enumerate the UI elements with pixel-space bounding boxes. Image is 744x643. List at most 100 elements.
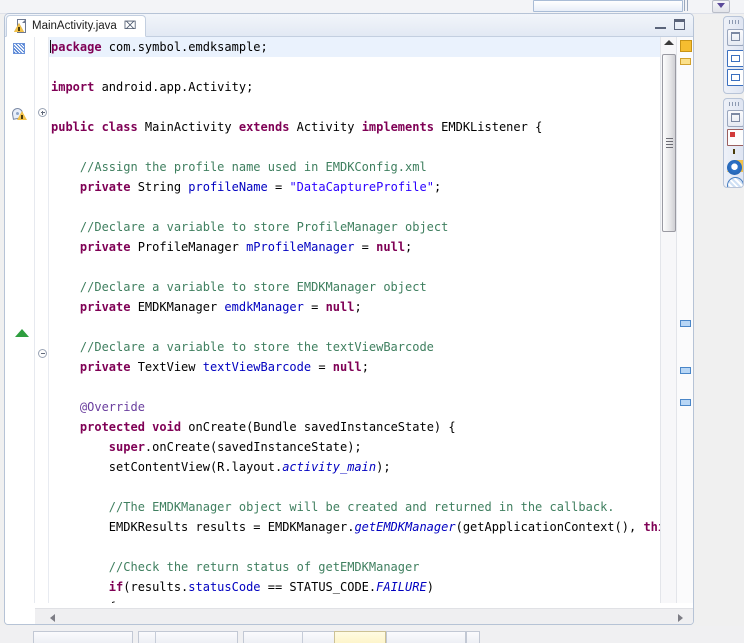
- overview-warning-summary[interactable]: [680, 40, 692, 52]
- fast-view-stack-lower[interactable]: [723, 98, 744, 188]
- code-line-14[interactable]: private EMDKManager emdkManager = null;: [49, 297, 693, 317]
- code-line-29[interactable]: {: [49, 597, 693, 603]
- code-token: ;: [434, 180, 441, 194]
- code-line-15[interactable]: [49, 317, 693, 337]
- restore-view-icon[interactable]: [727, 110, 744, 127]
- code-token: @Override: [51, 400, 145, 414]
- code-token: =: [354, 240, 376, 254]
- code-token: FAILURE: [376, 580, 427, 594]
- outline-view-icon[interactable]: [727, 69, 744, 86]
- editor-vertical-scrollbar[interactable]: [660, 37, 676, 603]
- code-line-23[interactable]: [49, 477, 693, 497]
- bottom-tab-3[interactable]: [243, 631, 335, 643]
- fast-view-stack-upper[interactable]: [723, 16, 744, 94]
- code-token: ;: [362, 360, 369, 374]
- folding-ruler[interactable]: [35, 37, 49, 603]
- overview-info-1[interactable]: [680, 320, 691, 327]
- code-line-21[interactable]: super.onCreate(savedInstanceState);: [49, 437, 693, 457]
- code-token: ;: [354, 300, 361, 314]
- code-line-18[interactable]: [49, 377, 693, 397]
- code-line-9[interactable]: [49, 197, 693, 217]
- editor-horizontal-scrollbar[interactable]: [35, 608, 693, 625]
- declaration-view-icon[interactable]: [727, 177, 744, 188]
- problems-view-icon[interactable]: [727, 129, 744, 146]
- code-token: null: [326, 300, 355, 314]
- code-editor-area[interactable]: package com.symbol.emdksample; import an…: [5, 37, 693, 625]
- code-token: import: [51, 80, 94, 94]
- occurrence-hatch-marker[interactable]: [13, 43, 25, 54]
- bottom-tab-4[interactable]: [334, 631, 386, 643]
- scroll-left-arrow-icon[interactable]: [50, 614, 55, 622]
- toolbar-drag-grip[interactable]: [684, 0, 689, 11]
- overview-info-2[interactable]: [680, 367, 691, 374]
- code-token: "DataCaptureProfile": [289, 180, 434, 194]
- stack-drag-handle-icon[interactable]: [729, 20, 739, 24]
- bottom-tab-1[interactable]: [33, 631, 133, 643]
- toolbar-combo-field[interactable]: [533, 0, 683, 12]
- code-line-13[interactable]: //Declare a variable to store EMDKManage…: [49, 277, 693, 297]
- code-token: //Declare a variable to store ProfileMan…: [51, 220, 448, 234]
- import-warning-marker[interactable]: [12, 107, 27, 121]
- code-line-11[interactable]: private ProfileManager mProfileManager =…: [49, 237, 693, 257]
- bottom-tab-2[interactable]: [138, 631, 238, 643]
- code-line-20[interactable]: protected void onCreate(Bundle savedInst…: [49, 417, 693, 437]
- code-line-16[interactable]: //Declare a variable to store the textVi…: [49, 337, 693, 357]
- code-token: String: [130, 180, 188, 194]
- code-token: android.app.Activity;: [94, 80, 253, 94]
- overview-ruler[interactable]: [676, 37, 693, 603]
- code-line-24[interactable]: //The EMDKManager object will be created…: [49, 497, 693, 517]
- code-line-17[interactable]: private TextView textViewBarcode = null;: [49, 357, 693, 377]
- bottom-tab-6[interactable]: [466, 631, 480, 643]
- code-line-22[interactable]: setContentView(R.layout.activity_main);: [49, 457, 693, 477]
- stack-drag-handle-icon[interactable]: [729, 102, 739, 106]
- vertical-scroll-thumb[interactable]: [662, 54, 676, 232]
- code-line-28[interactable]: if(results.statusCode == STATUS_CODE.FAI…: [49, 577, 693, 597]
- source-code-text[interactable]: package com.symbol.emdksample; import an…: [49, 37, 693, 603]
- code-line-26[interactable]: [49, 537, 693, 557]
- code-line-1[interactable]: package com.symbol.emdksample;: [49, 37, 693, 57]
- scroll-right-arrow-icon[interactable]: [678, 614, 683, 622]
- code-line-12[interactable]: [49, 257, 693, 277]
- tab-mainactivity-java[interactable]: MainActivity.java ⌧: [6, 15, 146, 37]
- code-line-2[interactable]: [49, 57, 693, 77]
- code-token: ProfileManager: [130, 240, 246, 254]
- fold-collapse-oncreate[interactable]: [38, 349, 47, 358]
- code-line-4[interactable]: [49, 97, 693, 117]
- java-editor-part: MainActivity.java ⌧ package com.symbol.e…: [4, 13, 694, 625]
- toolbar-dropdown-icon[interactable]: [712, 0, 730, 13]
- package-explorer-icon[interactable]: [727, 50, 744, 67]
- code-token: [51, 240, 80, 254]
- minimize-icon[interactable]: [655, 21, 667, 30]
- code-line-27[interactable]: //Check the return status of getEMDKMana…: [49, 557, 693, 577]
- code-token: null: [333, 360, 362, 374]
- overview-info-3[interactable]: [680, 399, 691, 406]
- green-up-arrow-marker[interactable]: [15, 329, 29, 337]
- top-toolbar-sliver: [0, 0, 744, 14]
- code-token: .onCreate(savedInstanceState);: [145, 440, 362, 454]
- annotation-ruler[interactable]: [5, 37, 35, 603]
- code-token: extends: [239, 120, 290, 134]
- restore-view-icon[interactable]: [727, 29, 744, 46]
- bottom-view-panel[interactable]: [0, 626, 744, 643]
- close-icon[interactable]: ⌧: [124, 21, 137, 32]
- code-token: (getApplicationContext(),: [456, 520, 644, 534]
- fold-expand-import[interactable]: [38, 108, 47, 117]
- code-line-5[interactable]: public class MainActivity extends Activi…: [49, 117, 693, 137]
- code-line-10[interactable]: //Declare a variable to store ProfileMan…: [49, 217, 693, 237]
- code-token: protected void: [80, 420, 181, 434]
- code-token: ): [427, 580, 434, 594]
- code-token: package: [51, 40, 102, 54]
- code-line-3[interactable]: import android.app.Activity;: [49, 77, 693, 97]
- javadoc-view-icon[interactable]: [727, 160, 742, 175]
- code-line-8[interactable]: private String profileName = "DataCaptur…: [49, 177, 693, 197]
- maximize-icon[interactable]: [674, 19, 685, 30]
- code-line-25[interactable]: EMDKResults results = EMDKManager.getEMD…: [49, 517, 693, 537]
- scroll-up-arrow-icon[interactable]: [664, 40, 674, 45]
- code-token: {: [51, 600, 116, 603]
- code-line-19[interactable]: @Override: [49, 397, 693, 417]
- code-line-6[interactable]: [49, 137, 693, 157]
- bottom-tab-5[interactable]: [386, 631, 466, 643]
- code-line-7[interactable]: //Assign the profile name used in EMDKCo…: [49, 157, 693, 177]
- code-token: profileName: [188, 180, 267, 194]
- overview-warning[interactable]: [680, 58, 691, 65]
